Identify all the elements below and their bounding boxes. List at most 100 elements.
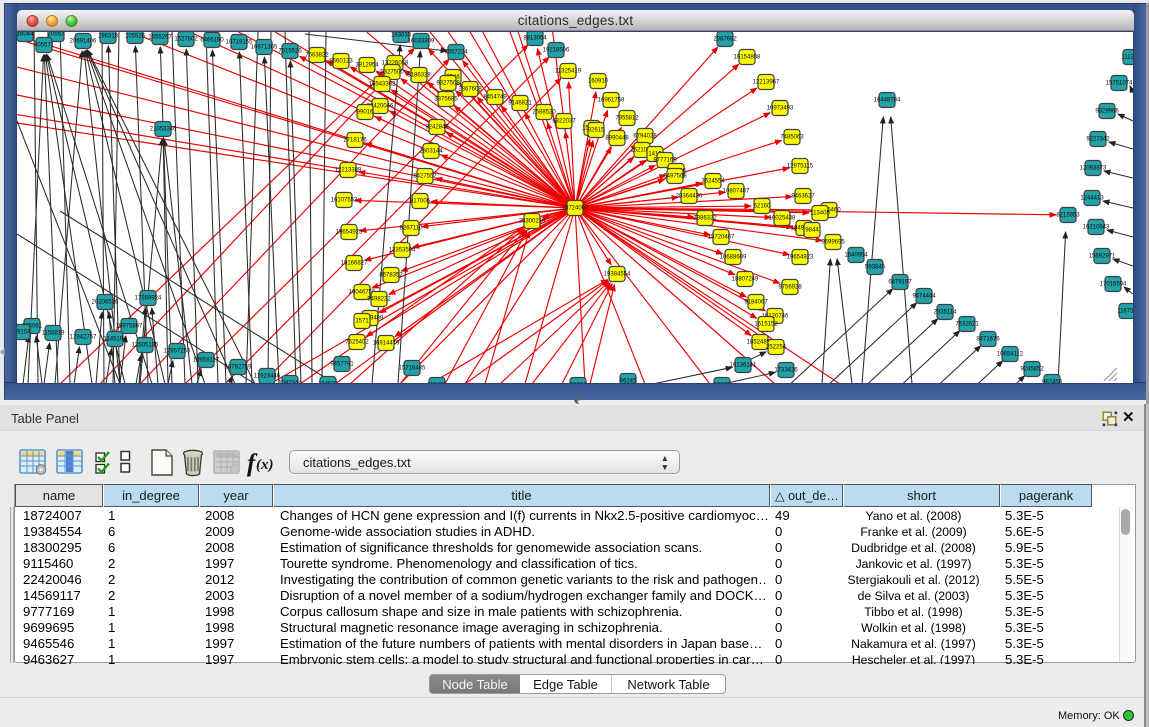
svg-text:2718176: 2718176 <box>343 138 367 144</box>
svg-text:15692971: 15692971 <box>1089 254 1116 260</box>
svg-text:16782759: 16782759 <box>225 365 252 371</box>
svg-text:12975115: 12975115 <box>787 164 814 170</box>
svg-text:16033809: 16033809 <box>408 39 435 45</box>
svg-text:10025438: 10025438 <box>769 216 796 222</box>
svg-text:7515526: 7515526 <box>278 49 302 55</box>
svg-text:96245: 96245 <box>620 379 637 384</box>
svg-text:1092344: 1092344 <box>278 381 302 384</box>
svg-text:16961758: 16961758 <box>598 98 625 104</box>
svg-text:8471676: 8471676 <box>976 337 1000 343</box>
svg-text:7485063: 7485063 <box>780 135 804 141</box>
svg-text:113405: 113405 <box>810 211 830 217</box>
svg-text:8813054: 8813054 <box>523 36 547 42</box>
svg-text:11325419: 11325419 <box>555 69 582 75</box>
svg-text:18724007: 18724007 <box>562 206 589 212</box>
svg-text:16448784: 16448784 <box>874 98 901 104</box>
svg-text:7663822: 7663822 <box>305 53 329 59</box>
svg-text:2935114: 2935114 <box>934 310 958 316</box>
svg-text:6497568: 6497568 <box>663 174 687 180</box>
svg-text:1655267: 1655267 <box>148 35 172 41</box>
svg-text:593845: 593845 <box>865 265 886 271</box>
svg-text:817006: 817006 <box>410 199 431 205</box>
svg-text:8660123: 8660123 <box>329 59 353 65</box>
svg-text:7955812: 7955812 <box>615 116 639 122</box>
svg-text:1615152: 1615152 <box>754 322 778 328</box>
svg-text:9245652: 9245652 <box>1020 367 1044 373</box>
svg-text:19975887: 19975887 <box>116 324 143 330</box>
svg-text:16671365: 16671365 <box>251 45 278 51</box>
svg-text:6479197: 6479197 <box>888 280 912 286</box>
svg-text:92615: 92615 <box>588 128 605 134</box>
svg-text:9498222: 9498222 <box>367 297 391 303</box>
svg-text:8267110: 8267110 <box>400 226 424 232</box>
svg-text:16044: 16044 <box>17 32 34 38</box>
svg-text:9756928: 9756928 <box>778 285 802 291</box>
svg-text:20364436: 20364436 <box>676 194 703 200</box>
svg-text:7632621: 7632621 <box>955 322 979 328</box>
svg-text:116753: 116753 <box>1117 309 1133 315</box>
svg-text:15716485: 15716485 <box>399 366 426 372</box>
svg-text:3624554: 3624554 <box>701 179 725 185</box>
svg-text:12213389: 12213389 <box>335 168 362 174</box>
svg-text:111234: 111234 <box>1121 55 1133 61</box>
svg-text:3375685: 3375685 <box>434 97 458 103</box>
svg-text:2087682: 2087682 <box>713 37 737 43</box>
svg-text:9327500: 9327500 <box>380 70 404 76</box>
svg-text:9146821: 9146821 <box>508 101 532 107</box>
svg-text:17016504: 17016504 <box>1100 282 1127 288</box>
svg-text:9777169: 9777169 <box>653 158 677 164</box>
svg-text:20206516: 20206516 <box>92 300 119 306</box>
svg-text:10973493: 10973493 <box>767 106 794 112</box>
svg-text:9844: 9844 <box>805 228 819 234</box>
svg-text:10688609: 10688609 <box>720 255 747 261</box>
svg-text:8186328: 8186328 <box>407 73 431 79</box>
svg-text:1156819: 1156819 <box>42 331 66 337</box>
svg-text:99016: 99016 <box>357 110 374 116</box>
svg-text:9463627: 9463627 <box>791 194 815 200</box>
svg-text:12505135: 12505135 <box>132 343 159 349</box>
svg-text:11923446: 11923446 <box>254 374 281 380</box>
svg-text:62160: 62160 <box>754 204 771 210</box>
svg-text:20064: 20064 <box>570 383 587 384</box>
svg-text:19166827: 19166827 <box>341 261 368 267</box>
svg-text:1571: 1571 <box>355 319 369 325</box>
svg-text:1733426: 1733426 <box>774 368 798 374</box>
svg-text:12093873: 12093873 <box>1080 166 1107 172</box>
svg-text:19218506: 19218506 <box>543 48 570 54</box>
svg-text:113435: 113435 <box>427 383 447 384</box>
svg-text:104522: 104522 <box>318 382 339 384</box>
svg-text:8678352: 8678352 <box>379 273 403 279</box>
svg-text:160910: 160910 <box>588 79 609 85</box>
svg-text:9242848: 9242848 <box>425 125 449 131</box>
svg-text:9474444: 9474444 <box>912 294 936 300</box>
svg-text:7625402: 7625402 <box>345 340 369 346</box>
svg-text:6322037: 6322037 <box>552 119 576 125</box>
svg-text:10807487: 10807487 <box>723 189 750 195</box>
svg-text:20691406: 20691406 <box>70 39 97 45</box>
svg-text:18807249: 18807249 <box>732 277 759 283</box>
svg-text:1640954: 1640954 <box>844 253 868 259</box>
svg-text:20557: 20557 <box>48 32 65 38</box>
svg-text:16210643: 16210643 <box>1083 225 1110 231</box>
svg-text:9227342: 9227342 <box>1086 137 1110 143</box>
svg-text:982450: 982450 <box>1042 380 1063 384</box>
svg-text:17957255: 17957255 <box>164 349 191 355</box>
svg-text:16543362: 16543362 <box>369 82 396 88</box>
svg-text:2867608: 2867608 <box>458 87 482 93</box>
svg-text:7357224: 7357224 <box>444 50 468 56</box>
svg-text:12942757: 12942757 <box>70 335 97 341</box>
svg-text:9329966: 9329966 <box>1095 109 1119 115</box>
svg-text:19654925: 19654925 <box>336 230 363 236</box>
svg-text:10719155: 10719155 <box>226 40 253 46</box>
svg-text:39154: 39154 <box>17 330 31 336</box>
svg-text:15751074: 15751074 <box>1106 81 1133 87</box>
svg-text:196318: 196318 <box>98 34 119 40</box>
svg-text:1145194: 1145194 <box>104 337 128 343</box>
svg-text:1244413: 1244413 <box>1080 196 1104 202</box>
svg-text:6794028: 6794028 <box>633 134 657 140</box>
svg-text:105526: 105526 <box>125 34 146 40</box>
svg-text:15720407: 15720407 <box>708 235 735 241</box>
svg-text:(x): (x) <box>256 457 274 473</box>
svg-text:405571: 405571 <box>34 43 55 49</box>
svg-text:1527602: 1527602 <box>174 37 198 43</box>
